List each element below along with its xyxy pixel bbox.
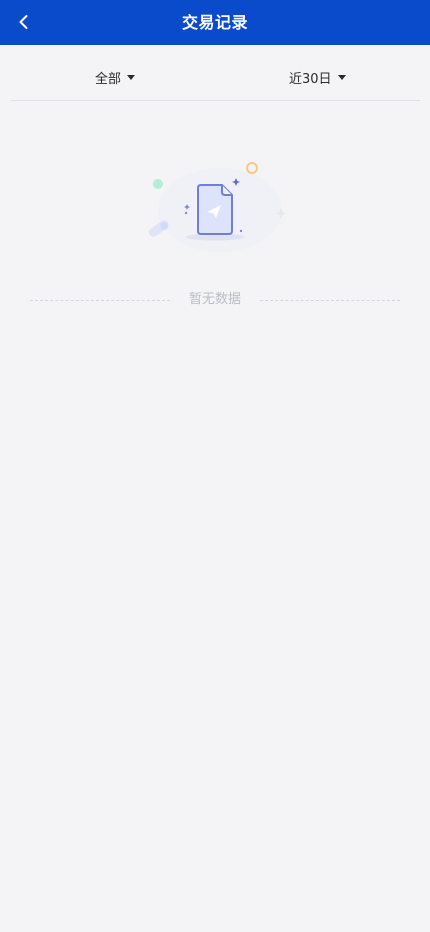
chevron-left-icon [19,15,28,29]
back-button[interactable] [6,4,42,40]
period-filter-dropdown[interactable]: 近30日 [289,65,346,89]
caret-down-icon [337,74,346,80]
top-nav-bar: 交易记录 [0,0,430,45]
period-filter-label: 近30日 [289,71,332,87]
filter-bar: 全部 近30日 [0,45,430,101]
filter-divider [10,100,420,101]
empty-state: 暂无数据 [0,290,430,310]
type-filter-dropdown[interactable]: 全部 [95,65,136,89]
empty-state-text: 暂无数据 [188,292,241,307]
type-filter-label: 全部 [95,71,122,87]
transaction-records-screen: 交易记录 全部 近30日 暂无数据 [0,0,430,932]
page-title: 交易记录 [181,13,248,32]
empty-document-icon [148,162,286,252]
caret-down-icon [127,74,136,80]
